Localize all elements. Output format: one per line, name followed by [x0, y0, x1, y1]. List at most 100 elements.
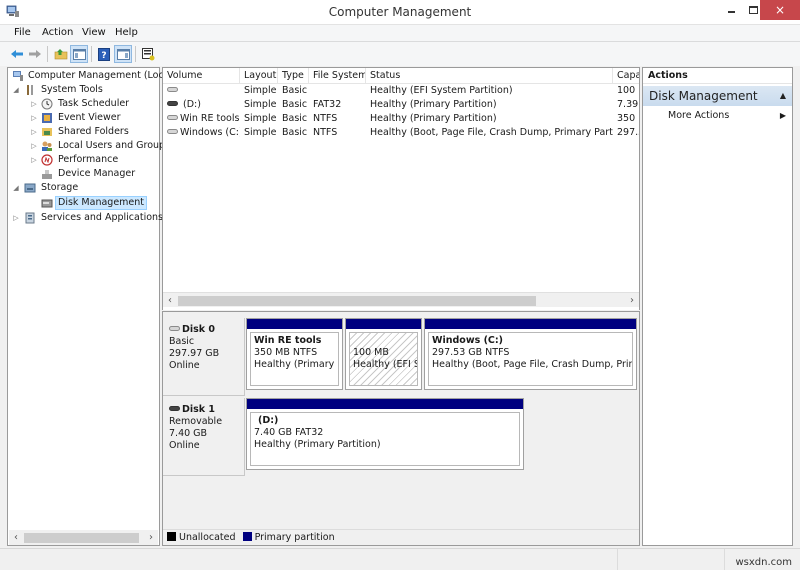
properties-button[interactable]: [139, 45, 157, 63]
partition-size: 100 MB: [353, 347, 389, 358]
close-button[interactable]: ×: [760, 0, 800, 20]
disk-0-info[interactable]: Disk 0 Basic 297.97 GB Online: [163, 318, 245, 396]
volume-cell: Win RE tools: [163, 112, 240, 126]
expand-icon[interactable]: ▷: [30, 125, 38, 139]
partition-name: (D:): [258, 415, 279, 426]
system-tools-icon: [27, 85, 33, 95]
status-separator: [724, 549, 725, 570]
status-separator: [617, 549, 618, 570]
collapse-section-icon[interactable]: ▲: [780, 86, 786, 106]
scrollbar-thumb[interactable]: [178, 296, 536, 306]
table-row[interactable]: Simple Basic Healthy (EFI System Partiti…: [163, 84, 639, 98]
primary-partition-bar: [425, 319, 636, 329]
removable-drive-icon: [167, 101, 178, 106]
primary-partition-bar: [346, 319, 421, 329]
partition-name: [353, 335, 414, 347]
collapse-icon[interactable]: ◢: [12, 181, 20, 195]
layout-cell: Simple: [244, 113, 277, 124]
expand-icon[interactable]: ▷: [30, 153, 38, 167]
menu-view[interactable]: View: [82, 27, 106, 38]
volume-cell: (D:): [163, 98, 240, 112]
actions-section-disk-management[interactable]: Disk Management ▲: [643, 86, 792, 106]
column-header-type[interactable]: Type: [278, 68, 309, 84]
scroll-left-icon[interactable]: ‹: [163, 293, 177, 308]
show-hide-action-pane-button[interactable]: [114, 45, 132, 63]
capacity-cell: 297.5: [617, 127, 639, 138]
tree-horizontal-scrollbar[interactable]: ‹ ›: [9, 530, 158, 545]
volume-list-horizontal-scrollbar[interactable]: ‹ ›: [163, 292, 639, 307]
partition-win-re-tools[interactable]: Win RE tools 350 MB NTFS Healthy (Primar…: [246, 318, 343, 390]
window-title: Computer Management: [328, 5, 472, 19]
expand-icon[interactable]: ▷: [30, 111, 38, 125]
primary-partition-bar: [247, 319, 342, 329]
forward-button[interactable]: [26, 45, 44, 63]
column-header-file-system[interactable]: File System: [309, 68, 366, 84]
file-system-cell: FAT32: [313, 99, 342, 110]
primary-partition-swatch: [242, 532, 252, 541]
menu-action[interactable]: Action: [42, 27, 73, 38]
back-button[interactable]: [8, 45, 26, 63]
menu-file[interactable]: File: [14, 27, 31, 38]
partition-size: 297.53 GB NTFS: [432, 347, 510, 358]
event-viewer-icon: [42, 113, 52, 123]
partition-efi-system[interactable]: 100 MB Healthy (EFI Sys: [345, 318, 422, 390]
partition-status: Healthy (Primary Par: [254, 359, 338, 370]
storage-icon: [24, 183, 36, 193]
performance-icon: [41, 154, 53, 166]
toolbar: ?: [0, 42, 800, 66]
scrollbar-thumb[interactable]: [24, 533, 139, 543]
tree-item-label: Disk Management: [55, 196, 148, 210]
legend-unallocated: Unallocated: [179, 532, 236, 543]
column-header-volume[interactable]: Volume: [163, 68, 240, 84]
column-header-status[interactable]: Status: [366, 68, 613, 84]
help-button[interactable]: ?: [95, 45, 113, 63]
volume-cell: [163, 84, 240, 98]
scroll-right-icon[interactable]: ›: [144, 530, 158, 545]
forward-icon: [29, 50, 41, 58]
expand-icon[interactable]: ▷: [30, 139, 38, 153]
disk-kind: Basic: [169, 336, 195, 347]
disk-management-icon: [41, 199, 53, 208]
file-system-cell: NTFS: [313, 113, 338, 124]
table-row[interactable]: Windows (C:) Simple Basic NTFS Healthy (…: [163, 126, 639, 140]
layout-cell: Simple: [244, 127, 277, 138]
column-header-layout[interactable]: Layout: [240, 68, 278, 84]
type-cell: Basic: [282, 113, 308, 124]
column-header-capacity[interactable]: Capa: [613, 68, 639, 84]
toolbar-separator: [135, 46, 136, 62]
expand-icon[interactable]: ▷: [12, 211, 20, 225]
partition-windows-c[interactable]: Windows (C:) 297.53 GB NTFS Healthy (Boo…: [424, 318, 637, 390]
volume-list-header: Volume Layout Type File System Status Ca…: [163, 68, 639, 84]
task-scheduler-icon: [41, 98, 53, 110]
tree-item-label: Services and Applications: [41, 212, 164, 223]
up-one-level-button[interactable]: [52, 45, 70, 63]
disk-1-info[interactable]: Disk 1 Removable 7.40 GB Online: [163, 398, 245, 476]
volume-cell: Windows (C:): [163, 126, 240, 140]
services-icon: [25, 212, 35, 224]
expand-icon[interactable]: ▷: [30, 97, 38, 111]
status-cell: Healthy (Primary Partition): [370, 113, 497, 124]
submenu-arrow-icon: ▶: [779, 111, 786, 120]
disk-state: Online: [169, 440, 200, 451]
scroll-right-icon[interactable]: ›: [625, 293, 639, 308]
properties-icon: [141, 47, 154, 60]
more-actions-item[interactable]: More Actions ▶: [643, 108, 792, 123]
disk-graphical-view: Disk 0 Basic 297.97 GB Online Win RE too…: [162, 311, 640, 546]
menu-help[interactable]: Help: [115, 27, 138, 38]
type-cell: Basic: [282, 85, 308, 96]
toolbar-separator: [47, 46, 48, 62]
tree-item-label: Storage: [41, 182, 79, 193]
collapse-icon[interactable]: ◢: [12, 83, 20, 97]
show-hide-console-tree-button[interactable]: [70, 45, 88, 63]
partition-status: Healthy (Boot, Page File, Crash Dump, Pr…: [432, 359, 632, 370]
drive-icon: [167, 87, 178, 92]
scroll-left-icon[interactable]: ‹: [9, 530, 23, 545]
tree-item-label: Local Users and Groups: [58, 140, 171, 151]
table-row[interactable]: (D:) Simple Basic FAT32 Healthy (Primary…: [163, 98, 639, 112]
tree-item-label: Device Manager: [58, 168, 136, 179]
table-row[interactable]: Win RE tools Simple Basic NTFS Healthy (…: [163, 112, 639, 126]
partition-d[interactable]: (D:) 7.40 GB FAT32 Healthy (Primary Part…: [246, 398, 524, 470]
toolbar-separator: [91, 46, 92, 62]
actions-pane: Actions Disk Management ▲ More Actions ▶: [642, 67, 793, 546]
unallocated-swatch: [167, 532, 176, 541]
